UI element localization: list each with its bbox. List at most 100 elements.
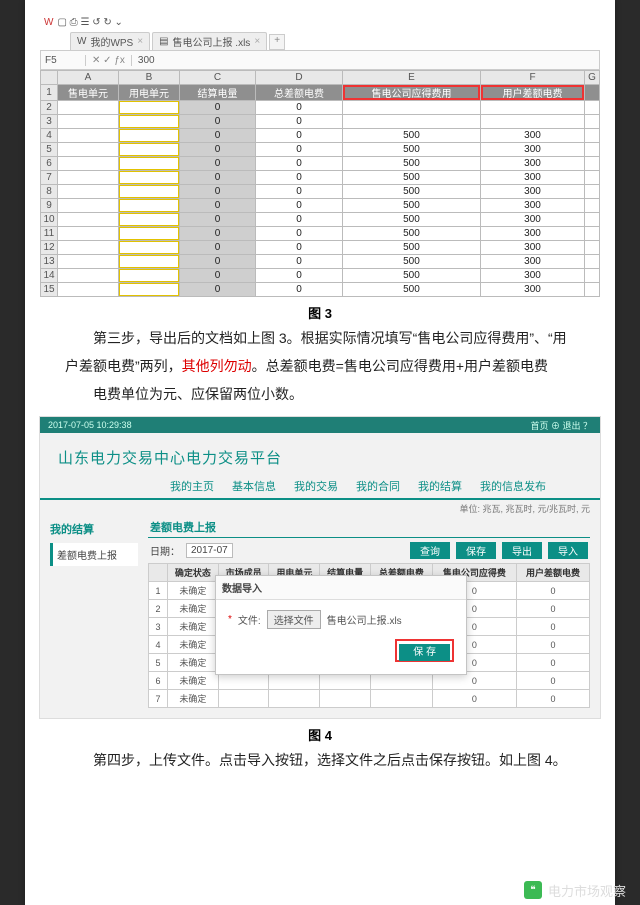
cell[interactable]	[58, 171, 119, 185]
cell[interactable]	[119, 213, 180, 227]
cell[interactable]	[119, 143, 180, 157]
table-row[interactable]: 7未确定00	[149, 690, 590, 708]
export-button[interactable]: 导出	[502, 542, 542, 559]
cell[interactable]	[119, 255, 180, 269]
cell[interactable]	[58, 213, 119, 227]
cell[interactable]	[119, 283, 180, 297]
cell[interactable]: 0	[256, 255, 343, 269]
cell[interactable]	[58, 283, 119, 297]
query-button[interactable]: 查询	[410, 542, 450, 559]
cell[interactable]: 300	[481, 129, 585, 143]
header-cell[interactable]: 结算电量	[180, 85, 256, 101]
col-letter[interactable]: C	[180, 71, 256, 85]
cell[interactable]: 0	[256, 101, 343, 115]
row-number[interactable]: 7	[41, 171, 58, 185]
cell-ref-box[interactable]: F5	[41, 55, 86, 66]
cell[interactable]: 500	[342, 129, 480, 143]
header-cell[interactable]: 用电单元	[119, 85, 180, 101]
cell[interactable]	[119, 199, 180, 213]
cell[interactable]: 0	[180, 241, 256, 255]
cell[interactable]: 0	[256, 283, 343, 297]
cell[interactable]	[585, 255, 600, 269]
cell[interactable]	[119, 157, 180, 171]
cell[interactable]: 0	[180, 227, 256, 241]
tab-my-wps[interactable]: W 我的WPS ×	[70, 32, 150, 50]
cell[interactable]: 500	[342, 171, 480, 185]
cell[interactable]: 0	[180, 269, 256, 283]
cell[interactable]: 0	[180, 283, 256, 297]
save-button[interactable]: 保存	[456, 542, 496, 559]
row-number[interactable]: 3	[41, 115, 58, 129]
cell[interactable]	[58, 115, 119, 129]
col-letter[interactable]: A	[58, 71, 119, 85]
cell[interactable]	[58, 199, 119, 213]
cell[interactable]: 0	[256, 185, 343, 199]
cell[interactable]: 0	[180, 143, 256, 157]
row-number[interactable]: 6	[41, 157, 58, 171]
cell[interactable]: 0	[180, 255, 256, 269]
cell[interactable]	[58, 227, 119, 241]
topbar-right[interactable]: 首页 ⊕ 退出 ？	[530, 419, 592, 432]
row-number[interactable]: 12	[41, 241, 58, 255]
formula-value[interactable]: 300	[132, 55, 155, 66]
cell[interactable]: 300	[481, 199, 585, 213]
cell[interactable]: 0	[180, 101, 256, 115]
cell[interactable]: 0	[256, 269, 343, 283]
cell[interactable]	[585, 143, 600, 157]
tab-add[interactable]: +	[269, 34, 285, 50]
nav-item[interactable]: 我的结算	[418, 478, 462, 494]
nav-item[interactable]: 基本信息	[232, 478, 276, 494]
cell[interactable]: 0	[180, 185, 256, 199]
cell[interactable]: 300	[481, 213, 585, 227]
cell[interactable]: 500	[342, 199, 480, 213]
cell[interactable]: 500	[342, 185, 480, 199]
cell[interactable]	[119, 171, 180, 185]
header-cell[interactable]: 售电单元	[58, 85, 119, 101]
cell[interactable]: 500	[342, 157, 480, 171]
cell[interactable]: 0	[256, 143, 343, 157]
cell[interactable]: 0	[256, 171, 343, 185]
cell[interactable]	[585, 227, 600, 241]
cell[interactable]: 500	[342, 143, 480, 157]
cell[interactable]	[119, 241, 180, 255]
cell[interactable]: 0	[180, 157, 256, 171]
row-number[interactable]: 13	[41, 255, 58, 269]
cell[interactable]: 300	[481, 185, 585, 199]
cell[interactable]: 0	[256, 157, 343, 171]
col-letter[interactable]: B	[119, 71, 180, 85]
cell[interactable]	[119, 185, 180, 199]
nav-item[interactable]: 我的合同	[356, 478, 400, 494]
cell[interactable]	[585, 171, 600, 185]
cell[interactable]: 300	[481, 227, 585, 241]
cell[interactable]: 0	[256, 227, 343, 241]
cell[interactable]: 300	[481, 283, 585, 297]
header-cell[interactable]: 售电公司应得费用	[342, 85, 480, 101]
cell[interactable]	[585, 241, 600, 255]
header-cell[interactable]: 用户差额电费	[481, 85, 585, 101]
header-cell[interactable]	[585, 85, 600, 101]
close-icon[interactable]: ×	[254, 36, 260, 47]
cell[interactable]: 0	[256, 213, 343, 227]
nav-item[interactable]: 我的交易	[294, 478, 338, 494]
cell[interactable]	[119, 115, 180, 129]
cell[interactable]	[58, 129, 119, 143]
row-number[interactable]: 11	[41, 227, 58, 241]
spreadsheet-grid[interactable]: ABCDEFG1售电单元用电单元结算电量总差额电费售电公司应得费用用户差额电费2…	[40, 70, 600, 297]
cell[interactable]	[481, 101, 585, 115]
nav-item[interactable]: 我的主页	[170, 478, 214, 494]
dialog-save-button[interactable]: 保 存	[399, 644, 450, 661]
cell[interactable]	[342, 101, 480, 115]
cell[interactable]	[585, 199, 600, 213]
cell[interactable]: 500	[342, 283, 480, 297]
row-number[interactable]: 4	[41, 129, 58, 143]
row-number[interactable]: 1	[41, 85, 58, 101]
cell[interactable]	[585, 101, 600, 115]
cell[interactable]	[481, 115, 585, 129]
row-number[interactable]: 14	[41, 269, 58, 283]
cell[interactable]	[58, 255, 119, 269]
cell[interactable]: 0	[180, 171, 256, 185]
cell[interactable]: 0	[180, 199, 256, 213]
cell[interactable]: 300	[481, 255, 585, 269]
cell[interactable]: 500	[342, 241, 480, 255]
cell[interactable]	[585, 129, 600, 143]
